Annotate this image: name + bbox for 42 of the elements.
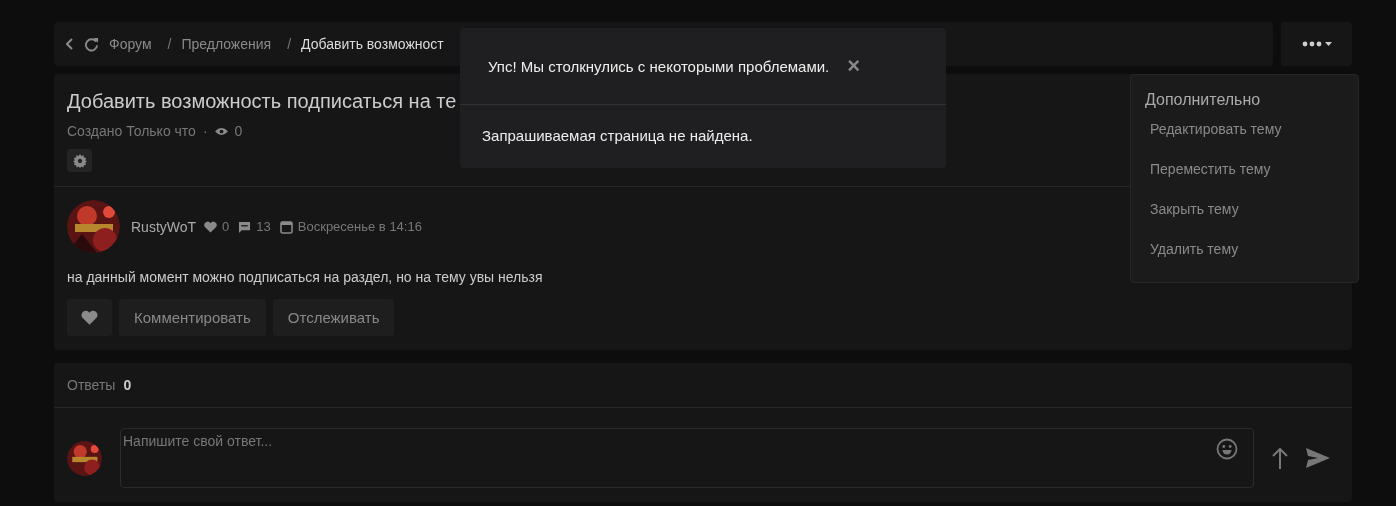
topic-title: Добавить возможность подписаться на те [67,90,457,113]
settings-button[interactable] [67,149,92,172]
refresh-icon[interactable] [84,36,99,52]
menu-item[interactable]: Редактировать тему [1145,121,1358,161]
calendar-icon [279,219,293,234]
breadcrumb-separator: / [287,36,292,52]
dialog-message: Запрашиваемая страница не найдена. [481,126,754,146]
meta-separator: · [202,123,208,139]
reply-field[interactable]: Напишите свой ответ... [120,428,1254,488]
comment-icon [238,220,252,233]
breadcrumb-link[interactable]: Добавить возможност [301,36,444,52]
emoji-icon[interactable] [1216,438,1238,460]
heart-icon [204,220,218,233]
breadcrumb-separator: / [167,36,172,52]
post-text: на данный момент можно подписаться на раздел, но на тему увы нельзя [67,269,544,285]
menu-item[interactable]: Удалить тему [1145,241,1358,281]
replies-count: 0 [123,377,132,393]
menu-title: Дополнительно [1145,91,1262,109]
created-time: Создано Только что [67,123,196,139]
breadcrumb-link[interactable]: Форум [109,36,152,52]
like-count: 0 [222,219,230,234]
author-name[interactable]: RustyWoT [131,218,197,235]
settings-icon [72,153,87,168]
close-button[interactable]: × [843,55,865,77]
menu-item[interactable]: Переместить тему [1145,161,1358,201]
send-icon[interactable] [1306,448,1330,468]
back-icon[interactable] [66,38,74,50]
like-button[interactable] [67,299,112,336]
eye-icon [214,126,228,136]
heart-icon [81,310,98,325]
more-button[interactable] [1281,22,1352,66]
post-date: Воскресенье в 14:16 [297,219,422,234]
menu-item[interactable]: Закрыть тему [1145,201,1358,241]
breadcrumb-link[interactable]: Предложения [181,36,272,52]
upload-icon[interactable] [1272,446,1288,470]
replies-label: Ответы [67,377,116,393]
action-button[interactable]: Отслеживать [272,299,395,336]
view-count: 0 [234,123,243,139]
dialog-title: Упс! Мы столкнулись с некоторыми проблемами. [488,57,830,75]
action-button[interactable]: Комментировать [119,299,266,336]
more-icon [1301,40,1332,48]
comment-count: 13 [256,219,271,234]
